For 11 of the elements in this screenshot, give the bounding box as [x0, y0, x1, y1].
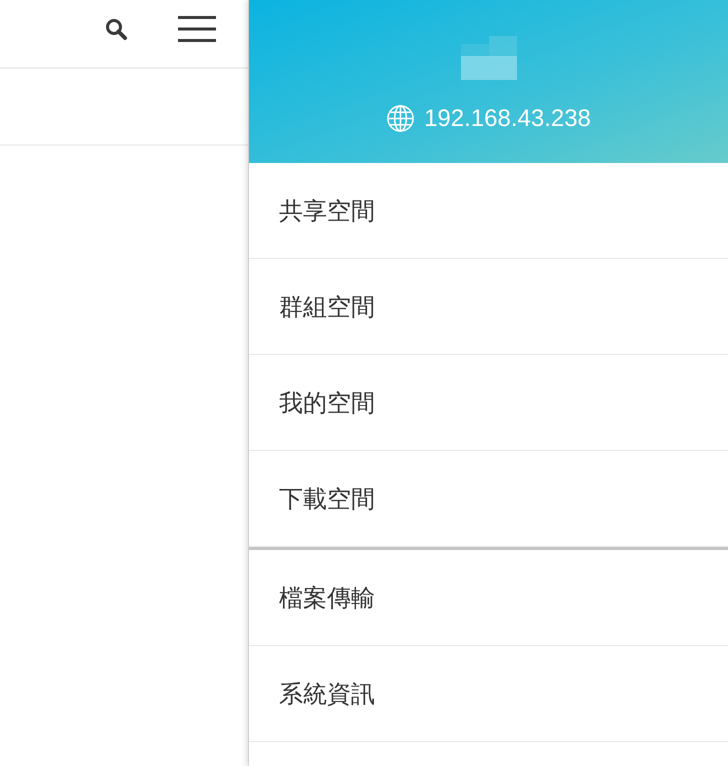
ip-address: 192.168.43.238	[424, 104, 591, 132]
menu-item[interactable]: 檔案傳輸	[279, 582, 375, 614]
menu-icon[interactable]	[178, 16, 216, 42]
search-icon[interactable]	[104, 16, 128, 40]
menu-item[interactable]: 系統資訊	[279, 678, 375, 710]
menu-item[interactable]: 我的空間	[279, 386, 375, 418]
menu-item[interactable]: 共享空間	[279, 194, 375, 226]
globe-icon	[386, 104, 416, 133]
menu-item[interactable]: 群組空間	[279, 290, 375, 322]
blurred-logo-icon	[460, 36, 516, 82]
menu-item[interactable]: 下載空間	[279, 482, 375, 514]
